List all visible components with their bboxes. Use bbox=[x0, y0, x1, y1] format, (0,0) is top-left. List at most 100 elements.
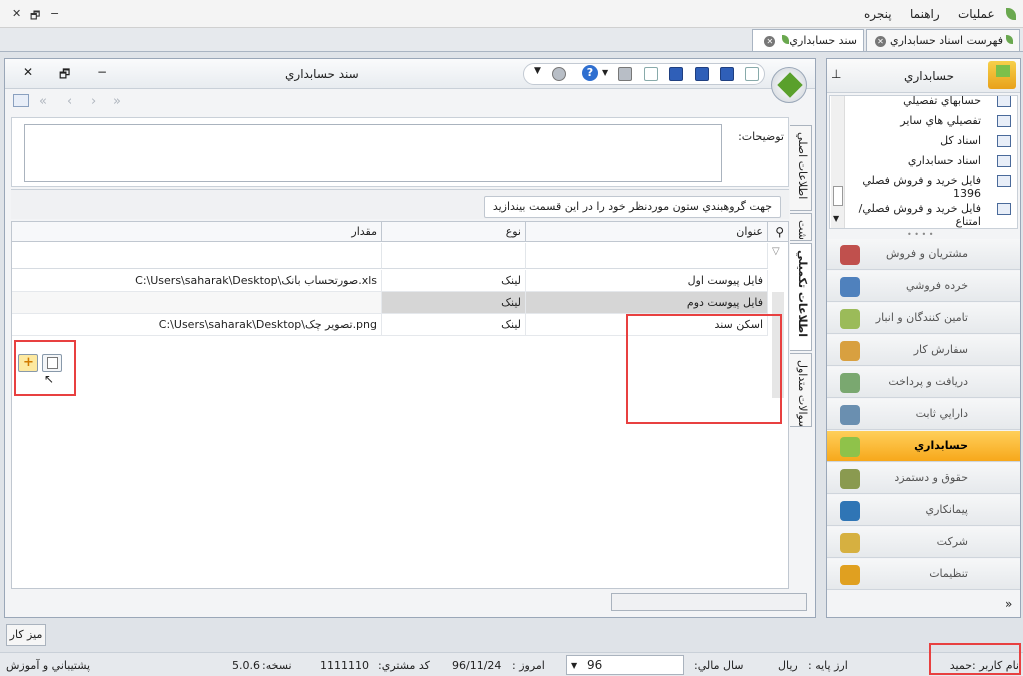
cell-title[interactable]: فايل پيوست دوم bbox=[526, 292, 768, 314]
module-accounting[interactable]: حسابداري bbox=[827, 431, 1020, 462]
vtab-main-info[interactable]: اطلاعات اصلي bbox=[790, 125, 812, 211]
next-record-icon[interactable]: › bbox=[91, 94, 96, 109]
save-close-icon[interactable] bbox=[669, 67, 683, 81]
settings-icon[interactable] bbox=[552, 67, 566, 81]
close-tab-icon[interactable]: ✕ bbox=[874, 36, 886, 47]
list-icon bbox=[997, 96, 1011, 107]
filter-type[interactable] bbox=[382, 243, 526, 269]
module-customers-sales[interactable]: مشتريان و فروش bbox=[827, 239, 1020, 270]
desk-button[interactable]: ميز کار bbox=[6, 624, 46, 646]
assets-icon bbox=[840, 405, 860, 425]
fiscal-year-select[interactable]: 96 ▼ bbox=[566, 655, 684, 675]
description-label: توضيحات: bbox=[738, 130, 784, 143]
tab-accounting-document[interactable]: سند حسابداري ✕ bbox=[752, 29, 864, 51]
module-receipts-payments[interactable]: دريافت و پرداخت bbox=[827, 367, 1020, 398]
fiscal-year-value: 96 bbox=[587, 658, 603, 672]
help-dropdown-icon[interactable]: ▼ bbox=[602, 68, 608, 77]
window-close-icon[interactable]: ✕ bbox=[23, 65, 33, 79]
highlight-box-user bbox=[929, 643, 1021, 675]
sidebar-item[interactable]: تفصيلي هاي ساير bbox=[841, 114, 1011, 127]
group-by-panel[interactable]: جهت گروهبندي ستون موردنظر خود را در اين … bbox=[11, 189, 789, 219]
vtab-faq[interactable]: سوالات متداول bbox=[790, 353, 812, 427]
grid-search-icon[interactable]: ⚲ bbox=[768, 222, 788, 242]
horizontal-scrollbar[interactable] bbox=[611, 593, 807, 611]
description-panel: توضيحات: bbox=[11, 117, 789, 187]
last-record-icon[interactable]: » bbox=[113, 94, 121, 109]
previous-record-icon[interactable]: ‹ bbox=[67, 94, 72, 109]
sidebar-item[interactable]: اسناد حسابداري bbox=[841, 154, 1011, 167]
window-title: سند حسابداري bbox=[285, 67, 359, 81]
copy-icon[interactable] bbox=[644, 67, 658, 81]
support-link[interactable]: پشتيباني و آموزش bbox=[6, 659, 90, 672]
column-header-title[interactable]: عنوان bbox=[526, 222, 768, 242]
column-header-amount[interactable]: مقدار bbox=[12, 222, 382, 242]
status-today-label: امروز : bbox=[512, 659, 545, 672]
vtab-additional-info[interactable]: اطلاعات تکميلي bbox=[790, 243, 812, 351]
cell-amount[interactable]: C:\Users\saharak\Desktop\تصوير چک.png bbox=[12, 314, 382, 336]
sidebar-item[interactable]: فايل خريد و فروش فصلي 1396 bbox=[841, 174, 1011, 200]
cell-type[interactable]: لينک bbox=[382, 314, 526, 336]
cell-amount[interactable] bbox=[12, 292, 382, 314]
save-new-icon[interactable] bbox=[695, 67, 709, 81]
module-label: حقوق و دستمزد bbox=[894, 471, 968, 484]
cell-title[interactable]: فايل پيوست اول bbox=[526, 270, 768, 292]
company-icon bbox=[840, 533, 860, 553]
list-view-icon[interactable] bbox=[13, 94, 29, 107]
dropdown-arrow-icon[interactable]: ▼ bbox=[534, 66, 541, 76]
vtab-notes[interactable]: يادداشت bbox=[790, 213, 812, 241]
module-contracting[interactable]: پيمانکاري bbox=[827, 495, 1020, 526]
status-customer-code: 1111110 bbox=[320, 659, 369, 672]
filter-title[interactable] bbox=[526, 243, 768, 269]
status-today: 96/11/24 bbox=[452, 659, 502, 672]
sidebar-item[interactable]: حسابهاي تفصيلي bbox=[841, 95, 1011, 107]
description-input[interactable] bbox=[24, 124, 722, 182]
menu-help[interactable]: راهنما bbox=[910, 7, 940, 21]
module-label: تنظيمات bbox=[929, 567, 968, 580]
status-fiscal-year-label: سال مالي: bbox=[694, 659, 744, 672]
module-company[interactable]: شرکت bbox=[827, 527, 1020, 558]
module-fixed-assets[interactable]: دارايي ثابت bbox=[827, 399, 1020, 430]
document-window: ✕ 🗗 − سند حسابداري ▼ ? ▼ « ‹ › » توضيحات… bbox=[4, 58, 816, 618]
sidebar-item[interactable]: اسناد کل bbox=[841, 134, 1011, 147]
module-settings[interactable]: تنظيمات bbox=[827, 559, 1020, 590]
accounting-icon bbox=[988, 61, 1016, 89]
module-retail[interactable]: خرده فروشي bbox=[827, 271, 1020, 302]
order-icon bbox=[840, 341, 860, 361]
list-icon bbox=[997, 135, 1011, 147]
close-tab-icon[interactable]: ✕ bbox=[764, 36, 776, 47]
minimize-icon[interactable]: − bbox=[50, 7, 59, 20]
module-suppliers-warehouse[interactable]: تامين کنندگان و انبار bbox=[827, 303, 1020, 334]
cell-type[interactable]: لينک bbox=[382, 270, 526, 292]
column-header-type[interactable]: نوع bbox=[382, 222, 526, 242]
sidebar-item[interactable]: فايل خريد و فروش فصلي/امتناع bbox=[841, 202, 1011, 228]
pin-icon[interactable]: ⊥ bbox=[831, 67, 841, 81]
item-label: حسابهاي تفصيلي bbox=[903, 95, 981, 107]
menu-window[interactable]: پنجره bbox=[864, 7, 892, 21]
help-icon[interactable]: ? bbox=[582, 65, 598, 81]
module-work-order[interactable]: سفارش کار bbox=[827, 335, 1020, 366]
print-icon[interactable] bbox=[618, 67, 632, 81]
record-navigation: « ‹ › » bbox=[5, 91, 815, 113]
menu-operations[interactable]: عمليات bbox=[958, 7, 995, 21]
first-record-icon[interactable]: « bbox=[39, 94, 47, 109]
close-icon[interactable]: ✕ bbox=[12, 7, 21, 20]
module-payroll[interactable]: حقوق و دستمزد bbox=[827, 463, 1020, 494]
status-base-currency-label: ارز پايه : bbox=[808, 659, 848, 672]
splitter-grip[interactable]: • • • • bbox=[907, 230, 934, 239]
cell-amount[interactable]: C:\Users\saharak\Desktop\صورتحساب بانک.x… bbox=[12, 270, 382, 292]
new-document-icon[interactable] bbox=[745, 67, 759, 81]
module-label: خرده فروشي bbox=[905, 279, 968, 292]
cell-type[interactable]: لينک bbox=[382, 292, 526, 314]
cart-icon bbox=[840, 277, 860, 297]
tab-document-list[interactable]: فهرست اسناد حسابداري✕ bbox=[866, 29, 1020, 51]
window-minimize-icon[interactable]: − bbox=[97, 65, 107, 79]
status-bar: نام کاربر :حميد ارز پايه : ريال سال مالي… bbox=[0, 652, 1023, 676]
filter-icon[interactable]: ▽ bbox=[772, 246, 780, 257]
filter-amount[interactable] bbox=[12, 243, 382, 269]
module-label: سفارش کار bbox=[913, 343, 968, 356]
save-icon[interactable] bbox=[720, 67, 734, 81]
window-restore-icon[interactable]: 🗗 bbox=[59, 65, 70, 86]
restore-icon[interactable]: 🗗 bbox=[30, 7, 40, 26]
item-label: فايل خريد و فروش فصلي/امتناع bbox=[858, 202, 981, 228]
expand-chevron-icon[interactable]: » bbox=[1005, 597, 1012, 611]
